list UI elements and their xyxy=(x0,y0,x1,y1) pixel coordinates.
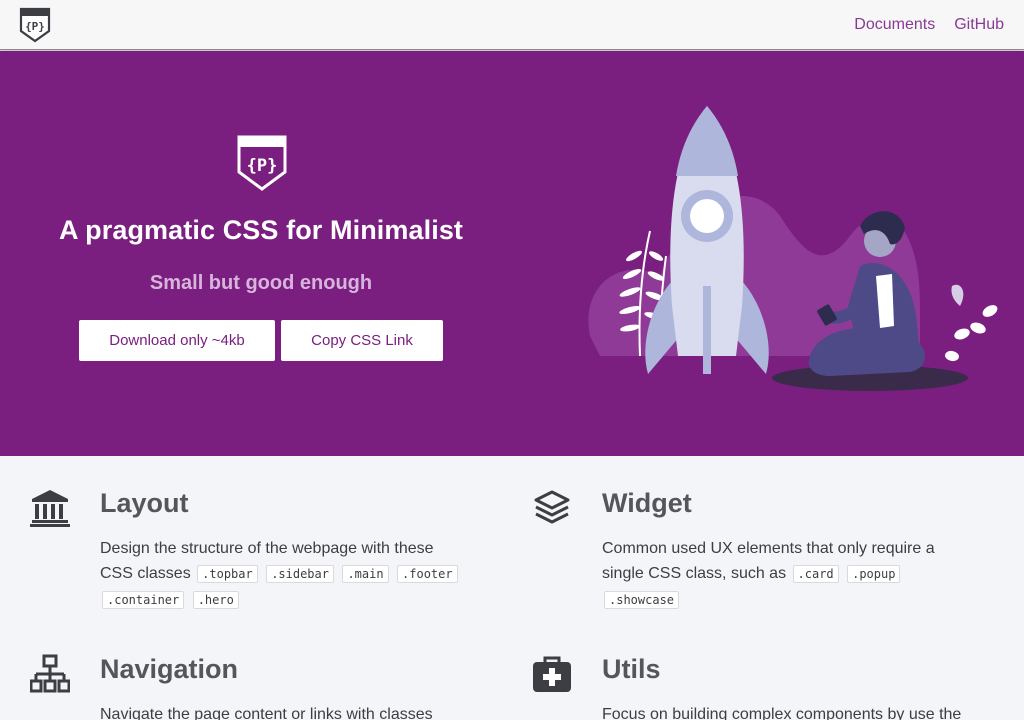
feature-utils-title: Utils xyxy=(602,654,661,684)
medkit-icon xyxy=(533,656,571,692)
topbar: {P} Documents GitHub xyxy=(0,0,1024,50)
svg-text:{P}: {P} xyxy=(247,156,278,176)
nav-link-github[interactable]: GitHub xyxy=(954,16,1004,34)
download-button[interactable]: Download only ~4kb xyxy=(79,320,275,361)
class-tag: .topbar xyxy=(197,565,258,583)
class-tag: .popup xyxy=(847,565,901,583)
class-tag: .card xyxy=(792,565,839,583)
sitemap-icon xyxy=(30,654,70,693)
feature-navigation-text: Navigate the page content or links with … xyxy=(100,706,433,720)
curly-braces-shield-logo-icon[interactable]: {P} xyxy=(19,7,51,43)
class-tag: .hero xyxy=(192,591,239,609)
feature-utils-text: Focus on building complex components by … xyxy=(602,706,962,720)
hero: {P} A pragmatic CSS for Minimalist Small… xyxy=(0,51,1024,456)
class-tag: .container xyxy=(102,591,185,609)
nav-link-documents[interactable]: Documents xyxy=(854,16,935,34)
class-tag: .showcase xyxy=(604,591,680,609)
class-tag: .sidebar xyxy=(266,565,334,583)
columns-building-icon xyxy=(30,490,70,527)
class-tag: .main xyxy=(342,565,389,583)
feature-navigation-title: Navigation xyxy=(100,654,239,684)
curly-braces-shield-logo-icon: {P} xyxy=(237,135,287,191)
class-tag: .footer xyxy=(397,565,458,583)
rocket-and-person-illustration xyxy=(588,106,998,391)
hero-title: A pragmatic CSS for Minimalist xyxy=(58,215,464,245)
feature-widget-text: Common used UX elements that only requir… xyxy=(602,540,935,609)
feature-layout-title: Layout xyxy=(100,488,189,518)
topbar-nav: Documents GitHub xyxy=(854,0,1004,50)
feature-layout-text: Design the structure of the webpage with… xyxy=(100,536,460,613)
copy-css-link-button[interactable]: Copy CSS Link xyxy=(281,320,443,361)
layers-icon xyxy=(534,490,570,524)
feature-widget-title: Widget xyxy=(602,488,692,518)
hero-subtitle: Small but good enough xyxy=(149,272,373,294)
svg-text:{P}: {P} xyxy=(25,20,45,33)
